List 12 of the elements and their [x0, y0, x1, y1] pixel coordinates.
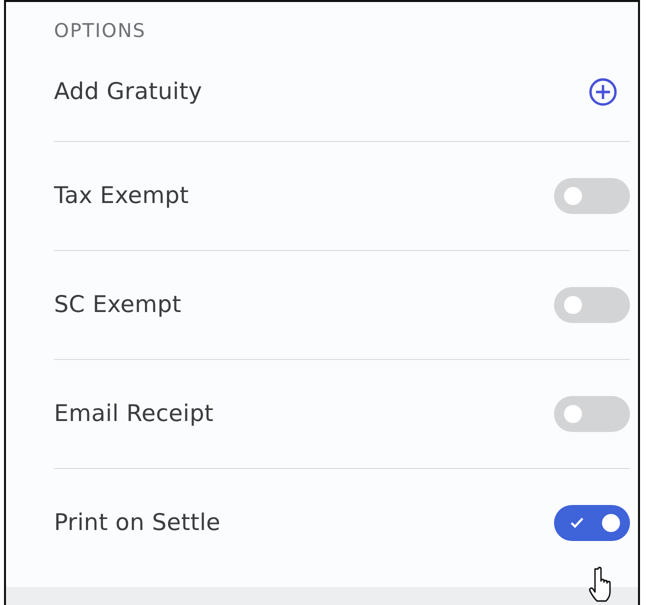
option-label: Print on Settle — [54, 510, 221, 536]
add-icon[interactable] — [588, 76, 618, 106]
option-label: Email Receipt — [54, 401, 214, 427]
section-title: OPTIONS — [54, 20, 147, 42]
option-label: SC Exempt — [54, 292, 182, 318]
toggle-switch[interactable] — [554, 505, 630, 541]
toggle-switch[interactable] — [554, 178, 630, 214]
option-label: Add Gratuity — [54, 78, 202, 104]
toggle-switch[interactable] — [554, 287, 630, 323]
toggle-switch[interactable] — [554, 396, 630, 432]
option-label: Tax Exempt — [54, 183, 189, 209]
check-icon — [570, 517, 584, 528]
